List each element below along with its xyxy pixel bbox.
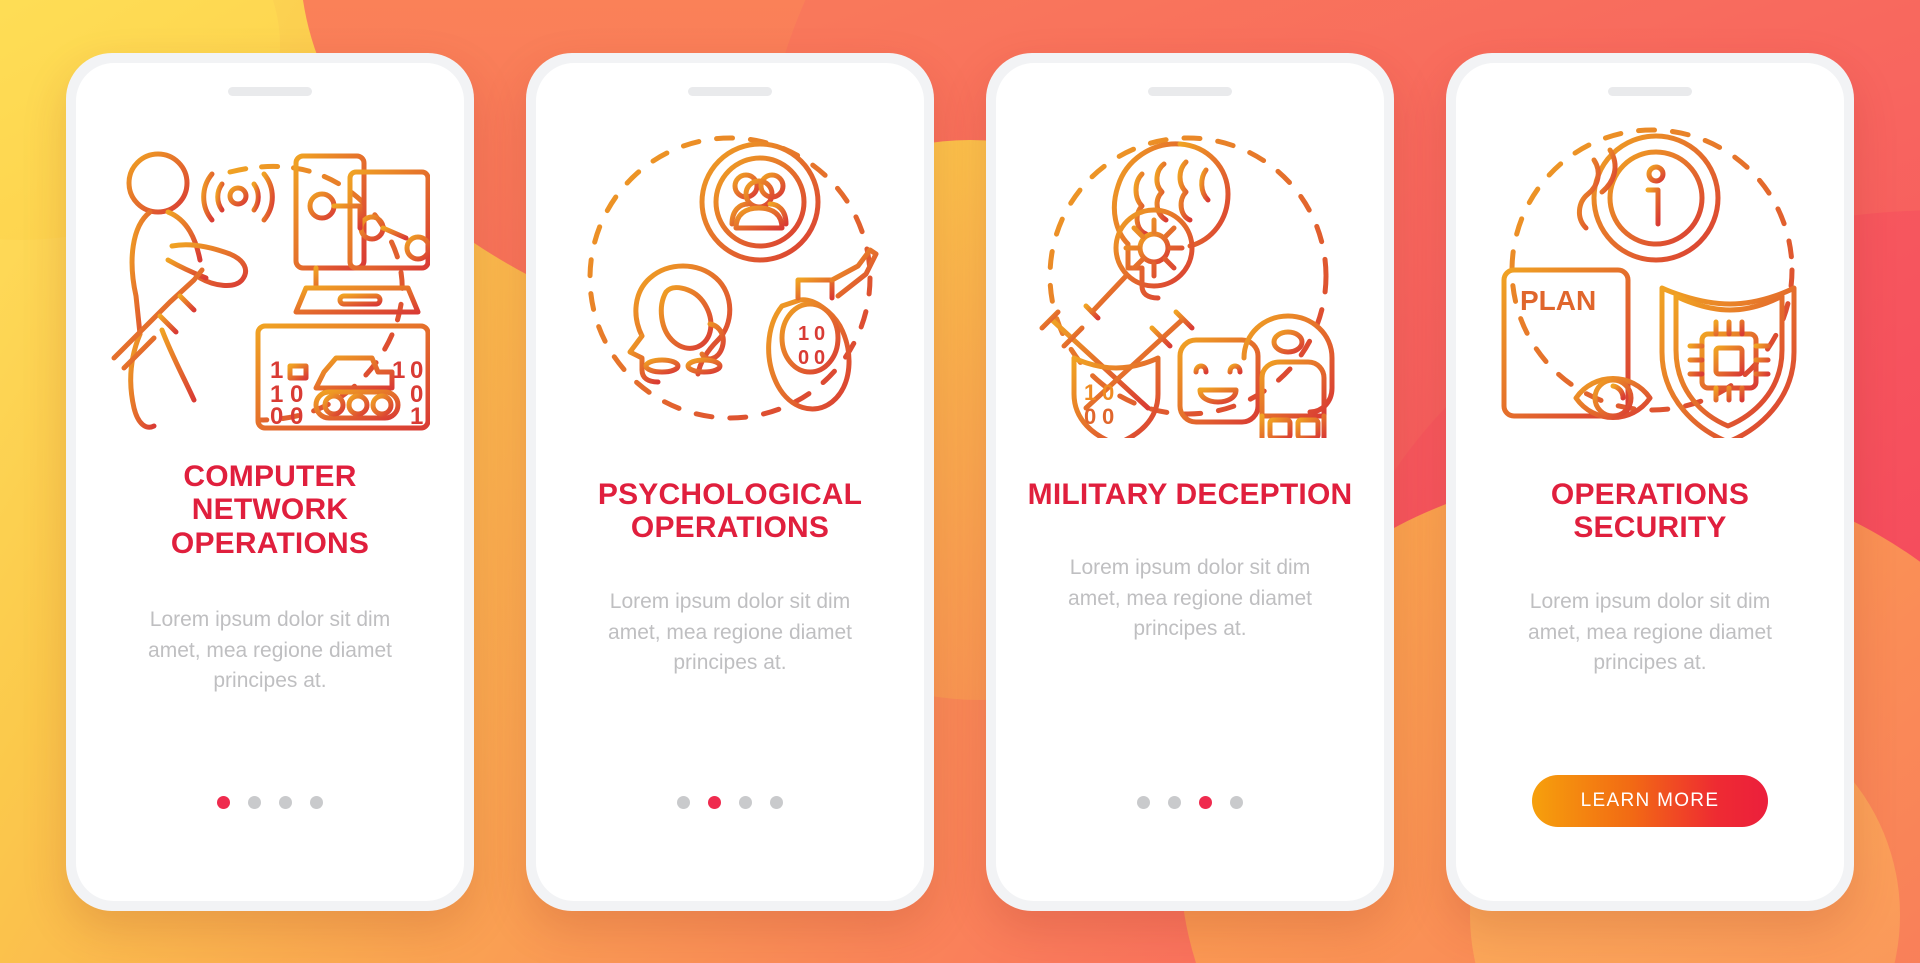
svg-text:0: 0 xyxy=(410,357,423,384)
soldier-wifi-computer-tank-binary-icon: 1 1 0 0 0 1 0 0 1 xyxy=(111,151,430,430)
phone-frame-psychological-operations: 1 0 0 0 PSYCHOLOGICAL OPERATIONS Lorem i… xyxy=(526,52,934,911)
speaker-bar xyxy=(688,86,772,96)
svg-text:0: 0 xyxy=(798,347,809,369)
phone-screen: PLAN OPERATIONS SECURITY Lorem ipsum dol… xyxy=(1456,62,1844,901)
phone-row: 1 1 0 0 0 1 0 0 1 COMPUTER NETWORK OPERA… xyxy=(0,0,1920,963)
screen-title: MILITARY DECEPTION xyxy=(1027,477,1353,511)
onboarding-mockup-canvas: 1 1 0 0 0 1 0 0 1 COMPUTER NETWORK OPERA… xyxy=(0,0,1920,963)
brain-magnifier-swords-shield-mask-soldier-icon: 1 0 0 0 xyxy=(1039,135,1335,438)
speaker-bar xyxy=(1148,86,1232,96)
pagination-dot-4[interactable] xyxy=(1230,795,1243,809)
screen-title: OPERATIONS SECURITY xyxy=(1550,477,1750,545)
pagination-dots[interactable] xyxy=(217,795,323,809)
pagination-dot-3[interactable] xyxy=(1199,795,1212,809)
plan-document-eye-shield-chip-info-target-icon: PLAN xyxy=(1501,121,1797,438)
screen-body-text: Lorem ipsum dolor sit dim amet, mea regi… xyxy=(148,608,392,693)
svg-text:1: 1 xyxy=(270,357,283,384)
svg-text:1: 1 xyxy=(410,403,423,430)
phone-frame-military-deception: 1 0 0 0 MILITARY DECEPTION Lorem ipsum d… xyxy=(986,52,1394,911)
svg-text:0: 0 xyxy=(270,403,283,430)
pagination-dot-2[interactable] xyxy=(248,795,261,809)
learn-more-button[interactable]: LEARN MORE xyxy=(1532,774,1768,827)
pagination-dot-4[interactable] xyxy=(770,795,783,809)
svg-text:PLAN: PLAN xyxy=(1520,285,1596,316)
screen-body-text: Lorem ipsum dolor sit dim amet, mea regi… xyxy=(1528,590,1772,675)
pagination-dot-3[interactable] xyxy=(279,795,292,809)
svg-text:0: 0 xyxy=(290,403,303,430)
svg-text:0: 0 xyxy=(1102,404,1114,429)
svg-text:1: 1 xyxy=(798,323,809,345)
svg-text:1: 1 xyxy=(1084,380,1096,405)
crosshair-crowd-head-brain-bomb-icon: 1 0 0 0 xyxy=(587,129,879,420)
speaker-bar xyxy=(1608,86,1692,96)
svg-text:0: 0 xyxy=(1102,380,1114,405)
svg-text:0: 0 xyxy=(814,347,825,369)
pagination-dot-1[interactable] xyxy=(1137,795,1150,809)
pagination-dots[interactable] xyxy=(677,795,783,809)
pagination-dot-3[interactable] xyxy=(739,795,752,809)
phone-frame-operations-security: PLAN OPERATIONS SECURITY Lorem ipsum dol… xyxy=(1446,52,1854,911)
svg-text:0: 0 xyxy=(814,323,825,345)
phone-screen: 1 1 0 0 0 1 0 0 1 COMPUTER NETWORK OPERA… xyxy=(76,62,464,901)
pagination-dots[interactable] xyxy=(1137,795,1243,809)
pagination-dot-2[interactable] xyxy=(1168,795,1181,809)
pagination-dot-4[interactable] xyxy=(310,795,323,809)
phone-screen: 1 0 0 0 MILITARY DECEPTION Lorem ipsum d… xyxy=(996,62,1384,901)
phone-frame-computer-network-operations: 1 1 0 0 0 1 0 0 1 COMPUTER NETWORK OPERA… xyxy=(66,52,474,911)
screen-body-text: Lorem ipsum dolor sit dim amet, mea regi… xyxy=(1068,556,1312,641)
screen-title: PSYCHOLOGICAL OPERATIONS xyxy=(597,477,863,545)
pagination-dot-2[interactable] xyxy=(708,795,721,809)
pagination-dot-1[interactable] xyxy=(217,795,230,809)
phone-screen: 1 0 0 0 PSYCHOLOGICAL OPERATIONS Lorem i… xyxy=(536,62,924,901)
pagination-dot-1[interactable] xyxy=(677,795,690,809)
speaker-bar xyxy=(228,86,312,96)
screen-title: COMPUTER NETWORK OPERATIONS xyxy=(170,459,370,561)
screen-body-text: Lorem ipsum dolor sit dim amet, mea regi… xyxy=(608,590,852,675)
svg-text:0: 0 xyxy=(1084,404,1096,429)
